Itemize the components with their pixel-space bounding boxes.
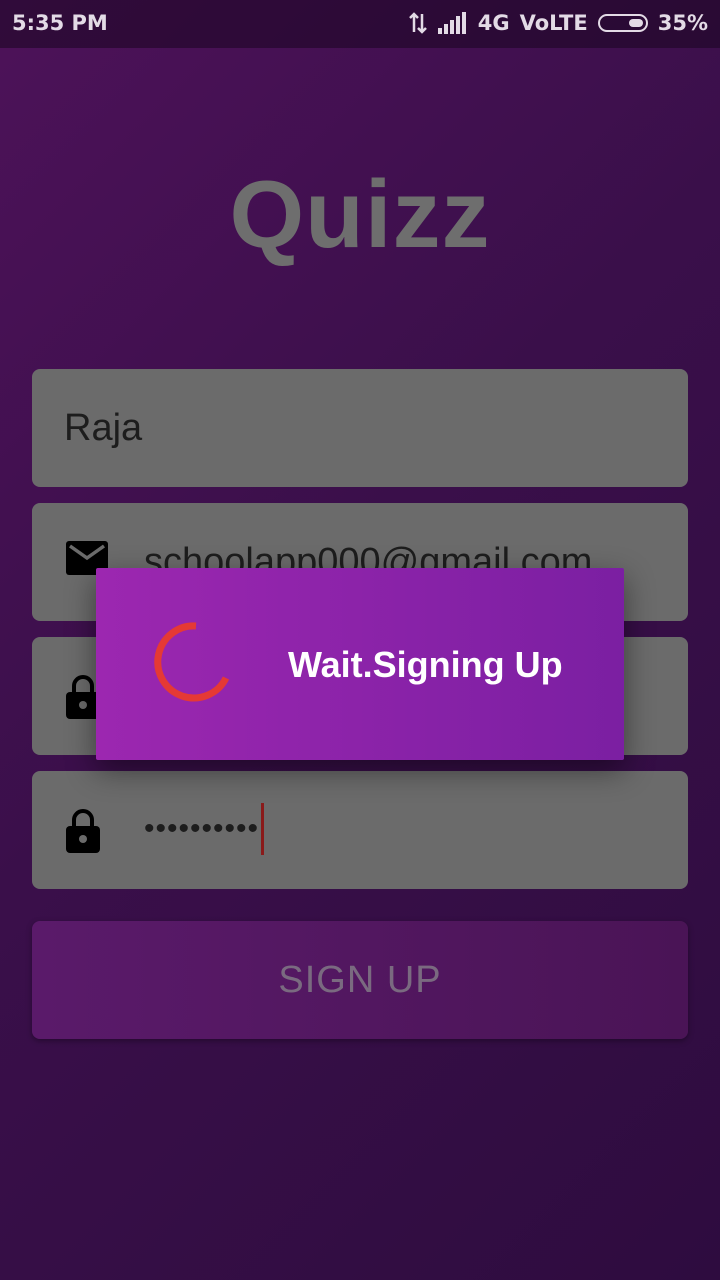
- loading-spinner-icon: [148, 620, 232, 709]
- data-transfer-icon: [408, 12, 428, 34]
- battery-icon: [597, 14, 648, 32]
- status-bar: 5:35 PM 4G VoLTE 35%: [0, 0, 720, 48]
- network-type: 4G: [477, 11, 510, 35]
- status-time: 5:35 PM: [12, 11, 108, 35]
- progress-dialog: Wait.Signing Up: [96, 568, 624, 760]
- volte-label: VoLTE: [519, 11, 588, 35]
- signal-icon: [437, 12, 468, 34]
- signup-screen: 5:35 PM 4G VoLTE 35% Quizz Raja schoolap…: [0, 0, 720, 1280]
- dialog-message: Wait.Signing Up: [288, 644, 563, 685]
- status-icons: 4G VoLTE 35%: [408, 11, 708, 35]
- battery-percent: 35%: [657, 11, 708, 35]
